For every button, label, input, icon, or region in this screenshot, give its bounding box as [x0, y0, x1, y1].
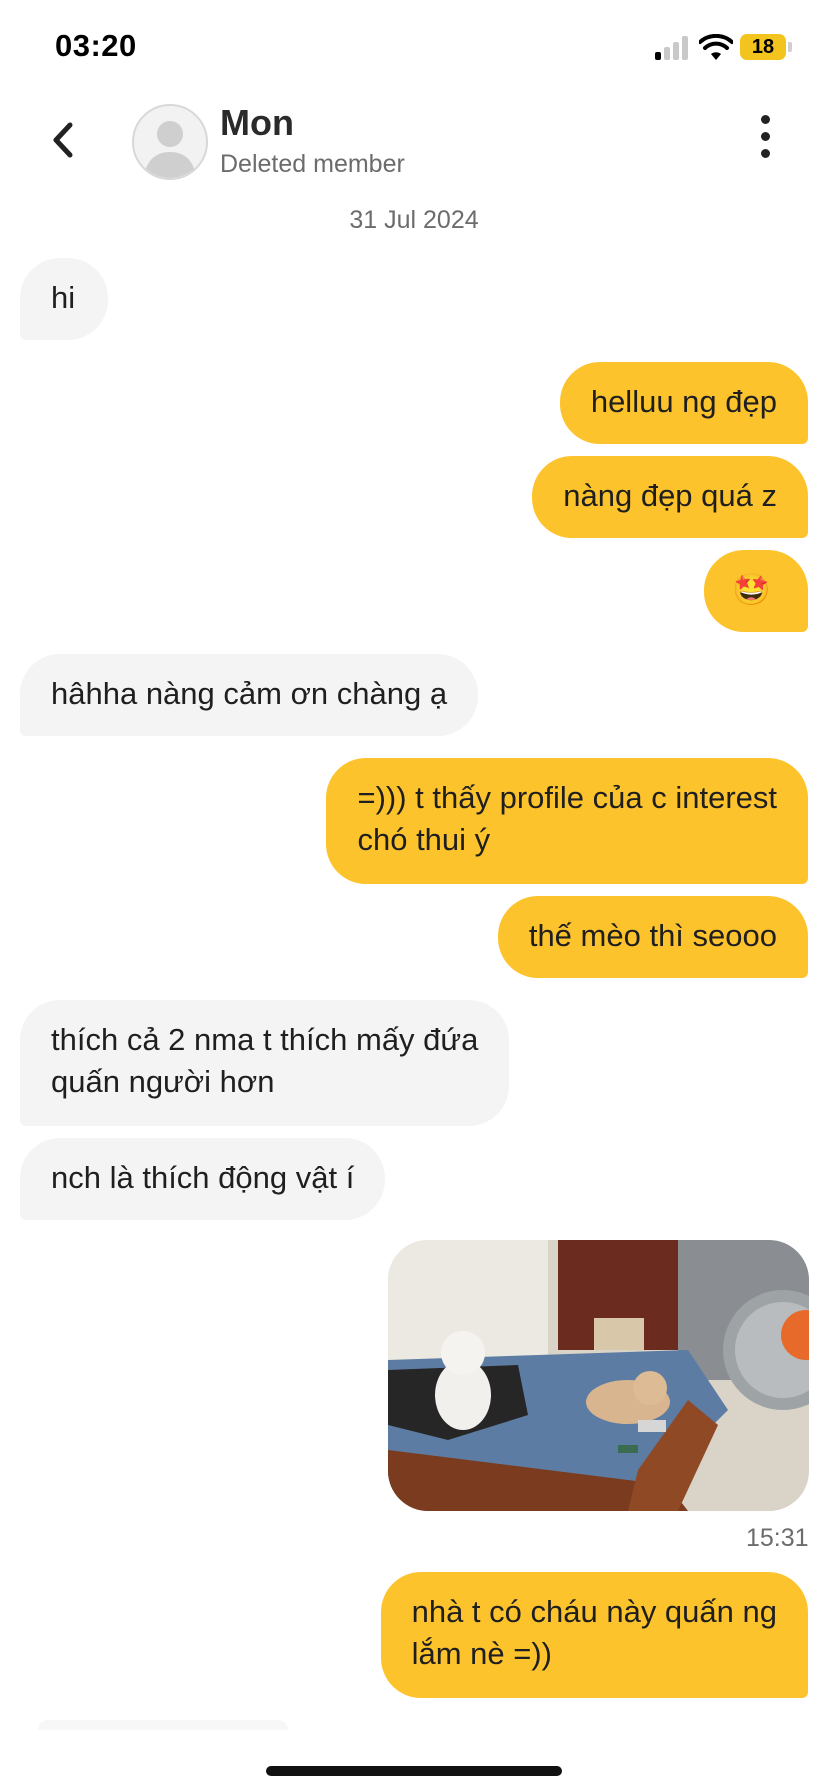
outgoing-message[interactable]: thế mèo thì seooo	[497, 896, 808, 978]
status-time: 03:20	[55, 28, 137, 63]
contact-status: Deleted member	[220, 150, 405, 178]
incoming-message[interactable]: hâhha nàng cảm ơn chàng ạ	[20, 654, 479, 736]
wifi-icon	[699, 34, 733, 60]
outgoing-message[interactable]: =))) t thấy profile của c interest chó t…	[326, 758, 808, 884]
message-timestamp: 15:31	[746, 1524, 809, 1552]
partial-incoming-message	[38, 1720, 288, 1730]
outgoing-message[interactable]: nàng đẹp quá z	[532, 456, 808, 538]
battery-level: 18	[740, 34, 786, 60]
cellular-signal-icon	[655, 36, 689, 60]
back-chevron-icon[interactable]	[48, 120, 78, 160]
incoming-message[interactable]: nch là thích động vật í	[20, 1138, 386, 1220]
outgoing-emoji-message[interactable]: 🤩	[704, 550, 808, 632]
date-separator: 31 Jul 2024	[349, 206, 479, 234]
user-placeholder-icon	[144, 121, 196, 178]
avatar[interactable]	[132, 104, 208, 180]
battery-icon: 18	[740, 34, 792, 60]
incoming-message[interactable]: hi	[20, 258, 108, 340]
contact-name[interactable]: Mon	[220, 102, 294, 144]
home-indicator[interactable]	[266, 1766, 562, 1776]
cats-on-bed-photo	[388, 1240, 809, 1511]
outgoing-message[interactable]: helluu ng đẹp	[559, 362, 808, 444]
more-options-icon[interactable]	[750, 115, 780, 165]
incoming-message[interactable]: thích cả 2 nma t thích mấy đứa quấn ngườ…	[20, 1000, 510, 1126]
photo-message[interactable]	[388, 1240, 809, 1511]
outgoing-message[interactable]: nhà t có cháu này quấn ng lắm nè =))	[380, 1572, 808, 1698]
